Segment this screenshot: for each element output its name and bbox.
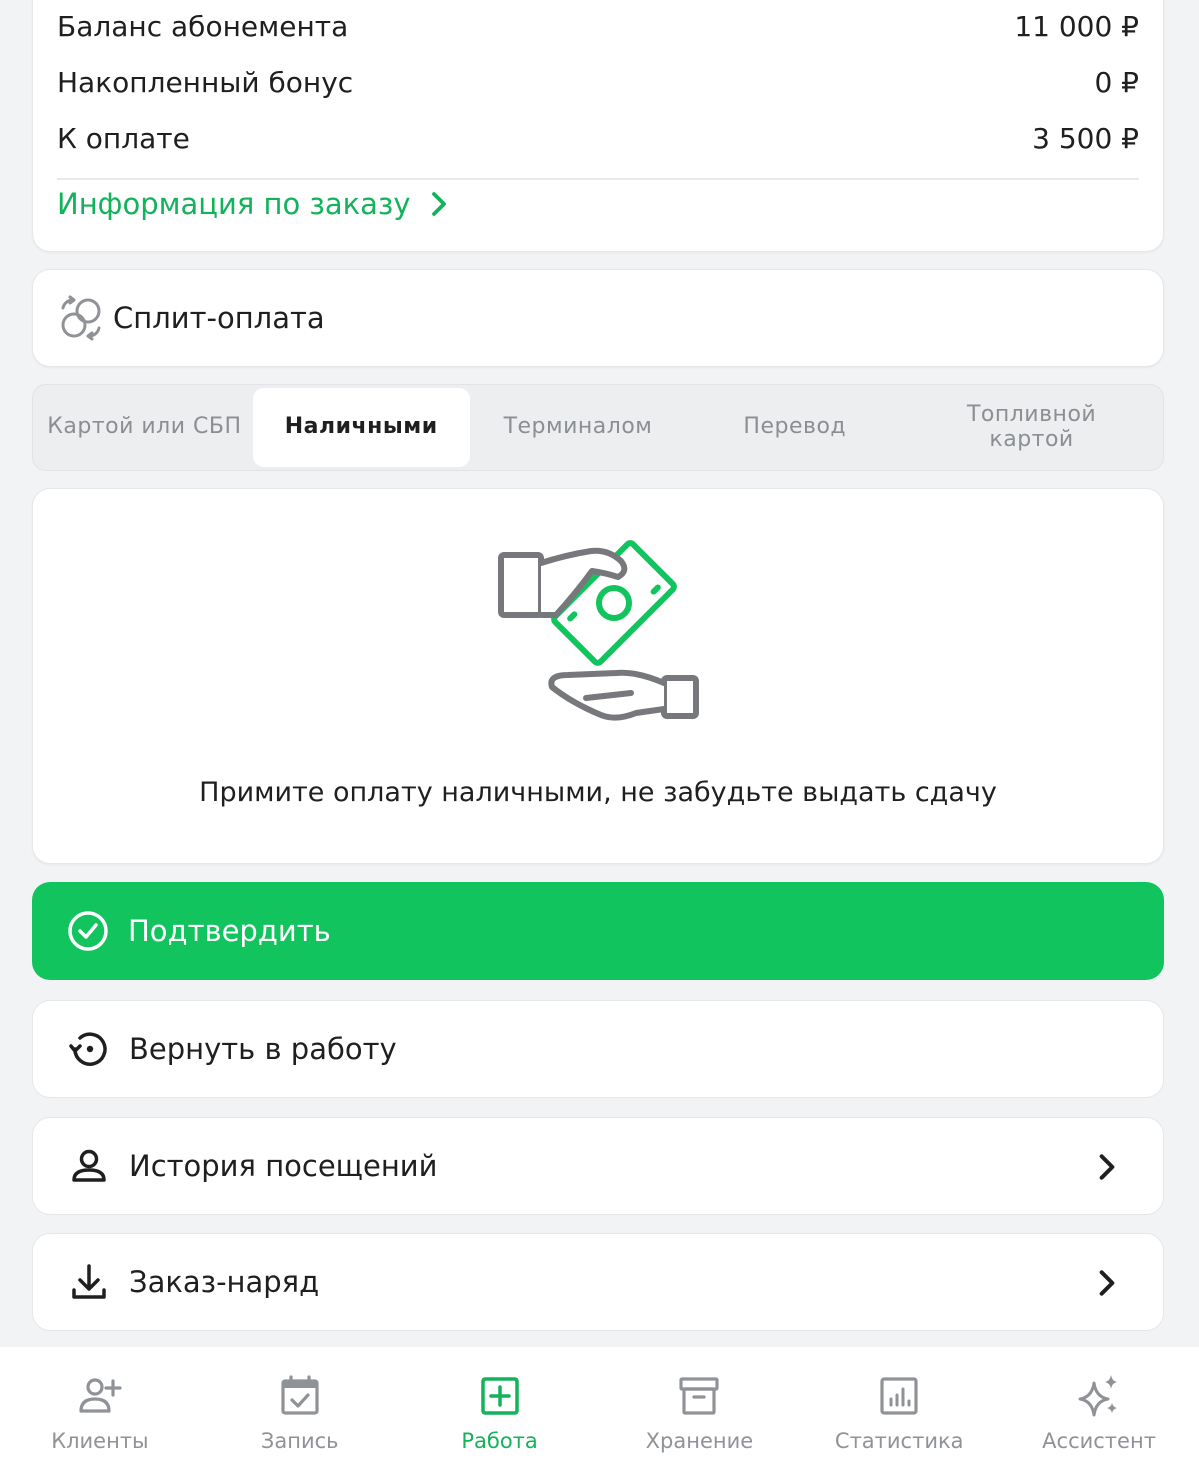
- nav-clients[interactable]: Клиенты: [0, 1347, 200, 1469]
- chevron-right-icon: [432, 192, 447, 216]
- add-user-icon: [79, 1378, 122, 1413]
- tab-cash[interactable]: Наличными: [252, 388, 470, 467]
- sparkles-icon: [1078, 1375, 1118, 1417]
- tab-transfer[interactable]: Перевод: [686, 388, 903, 467]
- visit-history-label: История посещений: [129, 1149, 438, 1183]
- split-payment-label: Сплит-оплата: [113, 301, 325, 335]
- nav-statistics[interactable]: Статистика: [799, 1347, 999, 1469]
- summary-label: Баланс абонемента: [57, 9, 349, 43]
- work-order-label: Заказ-наряд: [129, 1265, 320, 1299]
- return-to-work-label: Вернуть в работу: [129, 1032, 397, 1066]
- nav-label: Клиенты: [51, 1429, 149, 1453]
- confirm-button[interactable]: Подтвердить: [32, 882, 1164, 980]
- payment-method-tabs: Картой или СБП Наличными Терминалом Пере…: [32, 384, 1164, 471]
- confirm-button-label: Подтвердить: [128, 914, 331, 948]
- tab-terminal[interactable]: Терминалом: [470, 388, 687, 467]
- cash-payment-panel: Примите оплату наличными, не забудьте вы…: [32, 488, 1164, 864]
- summary-row-balance: Баланс абонемента 11 000 ₽: [57, 6, 1139, 46]
- bottom-navigation: Клиенты Запись Работа Хранение Статистик…: [0, 1347, 1199, 1469]
- nav-label: Хранение: [645, 1429, 754, 1453]
- return-to-work-button[interactable]: Вернуть в работу: [32, 1000, 1164, 1098]
- cash-handover-icon: [498, 540, 699, 721]
- chevron-right-icon: [1099, 1154, 1115, 1180]
- split-payment-button[interactable]: Сплит-оплата: [32, 269, 1164, 367]
- nav-assistant[interactable]: Ассистент: [999, 1347, 1199, 1469]
- chevron-right-icon: [1099, 1270, 1115, 1296]
- nav-label: Запись: [260, 1429, 339, 1453]
- calendar-check-icon: [281, 1375, 319, 1415]
- summary-row-to-pay: К оплате 3 500 ₽: [57, 118, 1139, 158]
- plus-square-icon: [480, 1377, 519, 1415]
- history-restore-icon: [69, 1032, 107, 1066]
- download-icon: [72, 1264, 106, 1299]
- split-payment-icon: [61, 295, 101, 341]
- tab-fuel-card[interactable]: Топливной картой: [903, 388, 1160, 467]
- summary-row-bonus: Накопленный бонус 0 ₽: [57, 62, 1139, 102]
- summary-value: 0 ₽: [1094, 65, 1139, 99]
- tab-card-sbp[interactable]: Картой или СБП: [36, 388, 253, 467]
- summary-label: К оплате: [57, 121, 190, 155]
- nav-booking[interactable]: Запись: [200, 1347, 400, 1469]
- work-order-item[interactable]: Заказ-наряд: [32, 1233, 1164, 1331]
- nav-label: Ассистент: [1042, 1429, 1156, 1453]
- nav-storage[interactable]: Хранение: [599, 1347, 799, 1469]
- order-info-link[interactable]: Информация по заказу: [57, 182, 454, 226]
- check-circle-icon: [68, 911, 108, 951]
- summary-value: 3 500 ₽: [1032, 121, 1139, 155]
- user-icon: [72, 1149, 106, 1182]
- summary-value: 11 000 ₽: [1014, 9, 1139, 43]
- archive-box-icon: [679, 1377, 719, 1415]
- order-summary-card: Баланс абонемента 11 000 ₽ Накопленный б…: [32, 0, 1164, 252]
- chart-icon: [880, 1377, 918, 1415]
- cash-instruction-text: Примите оплату наличными, не забудьте вы…: [199, 777, 997, 808]
- order-info-link-label: Информация по заказу: [57, 187, 411, 221]
- nav-label: Работа: [461, 1429, 538, 1453]
- nav-label: Статистика: [834, 1429, 964, 1453]
- visit-history-item[interactable]: История посещений: [32, 1117, 1164, 1215]
- summary-label: Накопленный бонус: [57, 65, 354, 99]
- divider: [57, 178, 1139, 180]
- nav-work[interactable]: Работа: [400, 1347, 600, 1469]
